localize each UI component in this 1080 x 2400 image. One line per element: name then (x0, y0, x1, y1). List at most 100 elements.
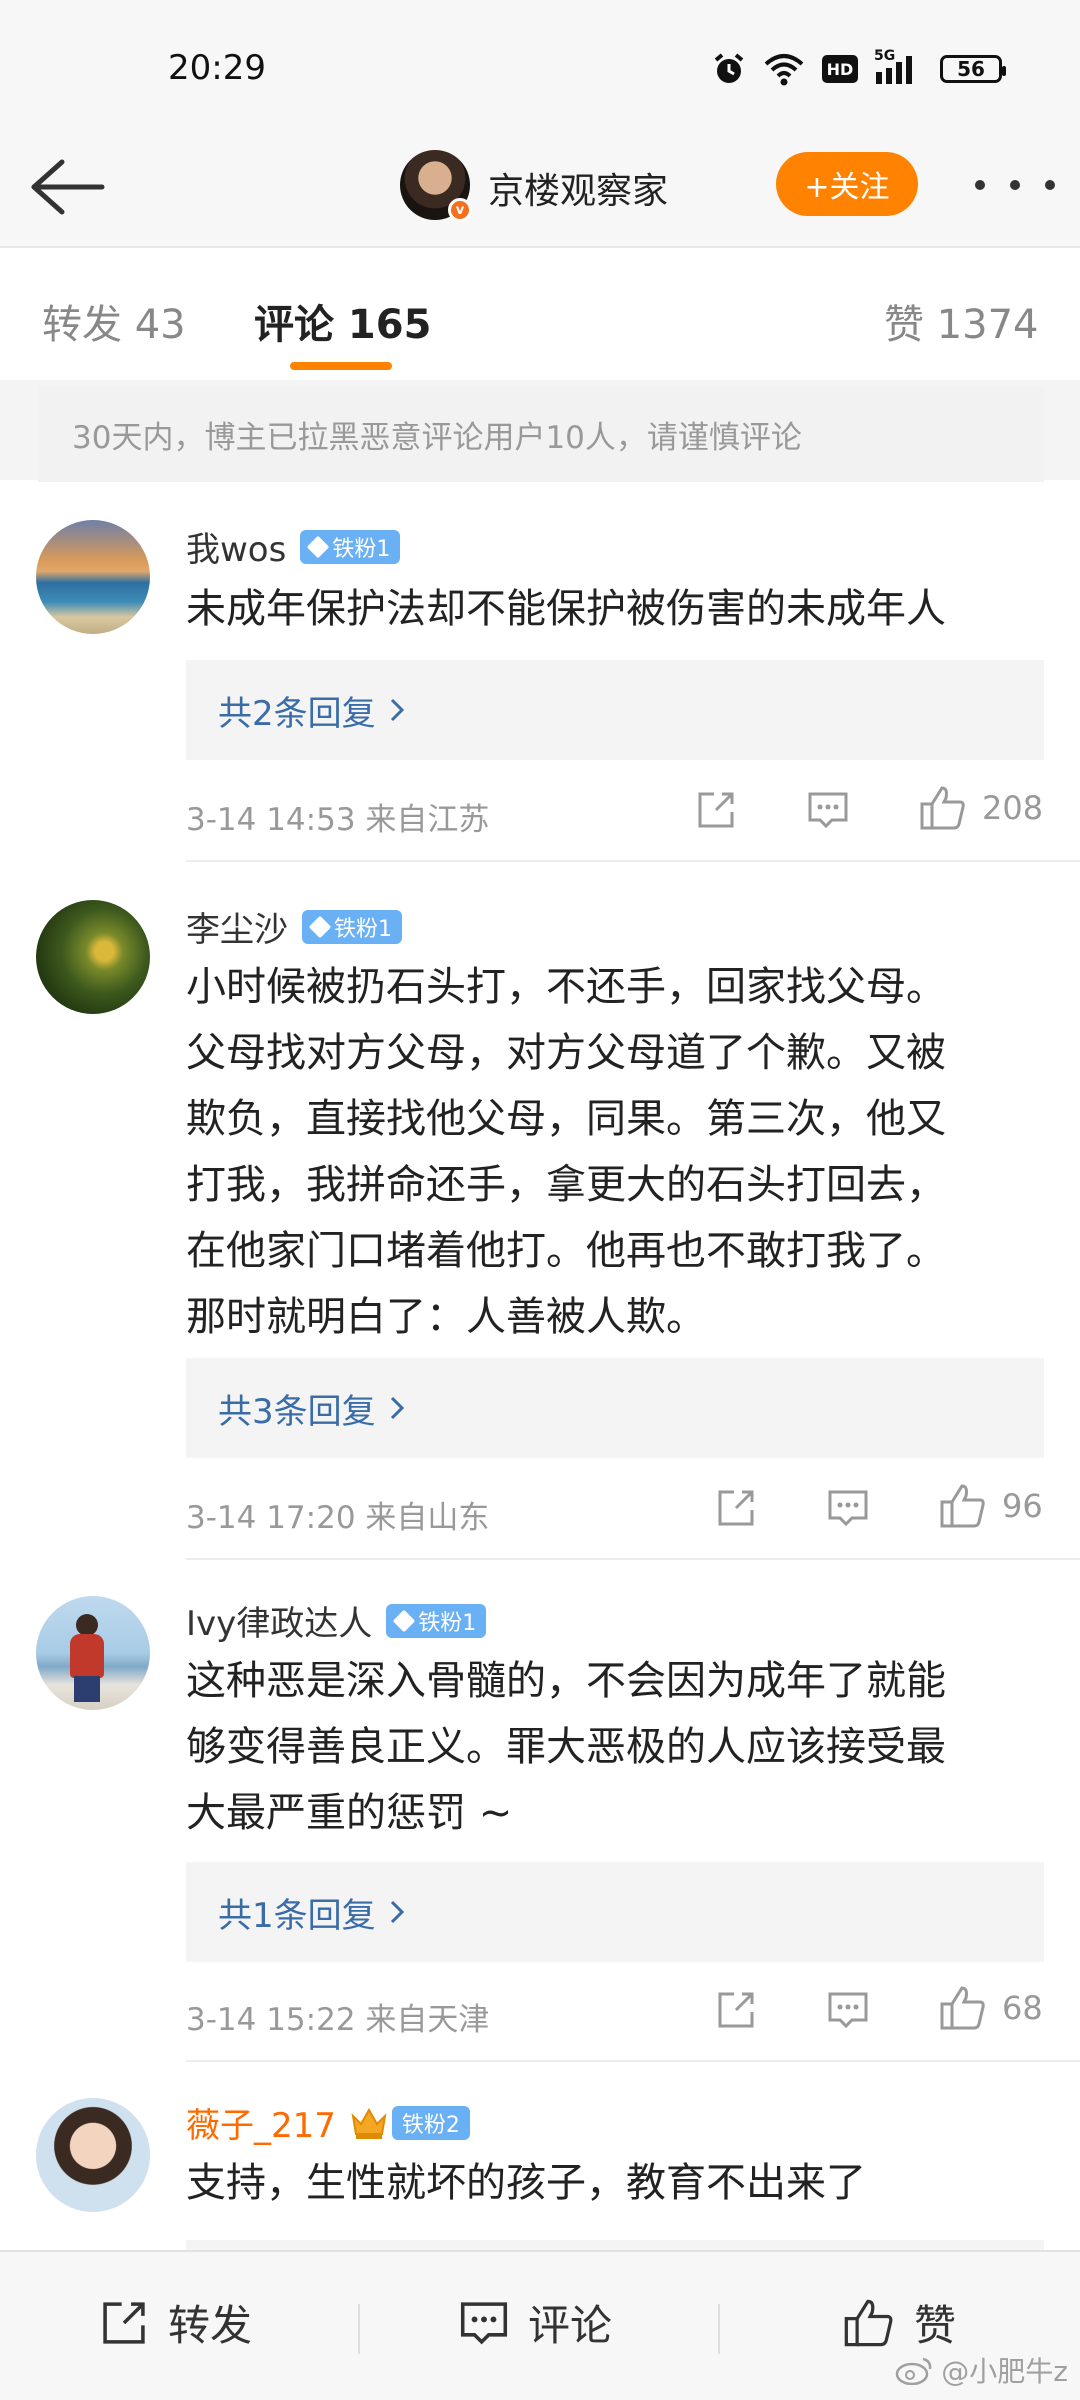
commenter-info: 薇子_217 铁粉2 (186, 2098, 470, 2147)
comment-line: 那时就明白了：人善被人欺。 (186, 1294, 706, 1340)
alarm-icon (714, 53, 744, 83)
battery-indicator: 56 (940, 55, 1006, 83)
view-replies-button[interactable]: 共3条回复 (186, 1358, 1044, 1458)
comment-icon (808, 792, 848, 829)
comment-line: 在他家门口堵着他打。他再也不敢打我了。 (186, 1228, 946, 1274)
commenter-avatar[interactable] (36, 900, 150, 1014)
commenter-name[interactable]: 薇子_217 (186, 2098, 336, 2147)
like-comment-button[interactable]: 96 (938, 1482, 1043, 1530)
commenter-avatar[interactable] (36, 520, 150, 634)
commenter-info: 我wos 铁粉1 (186, 522, 401, 571)
fan-badge: 铁粉1 (302, 909, 402, 944)
view-replies-button[interactable] (186, 2240, 1044, 2250)
comment-line: 打我，我拼命还手，拿更大的石头打回去， (186, 1162, 946, 1208)
tab-repost[interactable]: 转发 43 (42, 292, 186, 350)
follow-button[interactable]: +关注 (776, 152, 918, 216)
more-dot-icon (975, 180, 985, 190)
chevron-right-icon (390, 1900, 404, 1924)
more-dot-icon (1045, 180, 1055, 190)
thumbs-up-icon (844, 2299, 893, 2346)
share-comment-button[interactable] (714, 1988, 758, 2032)
like-button[interactable]: 赞 (842, 2292, 956, 2353)
thumbs-up-icon (940, 1986, 985, 2030)
fan-badge-label: 铁粉1 (334, 916, 392, 942)
fan-badge: 铁粉1 (386, 1603, 487, 1638)
commenter-avatar[interactable] (36, 2098, 150, 2212)
view-replies-button[interactable]: 共1条回复 (186, 1862, 1044, 1962)
like-count: 68 (1002, 1989, 1043, 2027)
commenter-info: 李尘沙 铁粉1 (186, 902, 402, 951)
back-button[interactable] (28, 152, 108, 222)
comment-icon (828, 1490, 868, 1527)
cellular-signal-icon: 5G (874, 48, 924, 86)
thumbs-up-icon (920, 786, 965, 830)
tab-likes[interactable]: 赞 1374 (884, 292, 1039, 350)
like-label: 赞 (914, 2301, 957, 2350)
author-name[interactable]: 京楼观察家 (488, 162, 668, 214)
comment-item: Ivy律政达人 铁粉1 这种恶是深入骨髓的，不会因为成年了就能 够变得善良正义。… (0, 1560, 1080, 2062)
reply-comment-button[interactable] (826, 1988, 870, 2032)
comment-line: 支持，生性就坏的孩子，教育不出来了 (186, 2160, 866, 2206)
diamond-icon (392, 1609, 416, 1632)
comment-line: 小时候被扔石头打，不还手，回家找父母。 (186, 964, 946, 1010)
comment-meta: 3-14 17:20 来自山东 (186, 1500, 490, 1536)
reply-count: 共2条回复 (218, 693, 376, 734)
watermark: @小肥牛z (895, 2350, 1068, 2390)
commenter-avatar[interactable] (36, 1596, 150, 1710)
commenter-info: Ivy律政达人 铁粉1 (186, 1596, 487, 1645)
notice-banner: 30天内，博主已拉黑恶意评论用户10人，请谨慎评论 (38, 386, 1044, 482)
like-comment-button[interactable]: 68 (938, 1984, 1043, 2032)
commenter-name[interactable]: 李尘沙 (186, 902, 288, 951)
comment-item: 李尘沙 铁粉1 小时候被扔石头打，不还手，回家找父母。 父母找对方父母，对方父母… (0, 862, 1080, 1560)
comment-line: 父母找对方父母，对方父母道了个歉。又被 (186, 1030, 946, 1076)
repost-label: 转发 (168, 2301, 253, 2350)
tab-bar: 转发 43 评论 165 赞 1374 (0, 250, 1080, 380)
separator (718, 2304, 720, 2354)
share-comment-button[interactable] (714, 1486, 758, 1530)
like-count: 208 (982, 789, 1044, 827)
reply-comment-button[interactable] (826, 1486, 870, 1530)
comment-icon (828, 1992, 868, 2029)
commenter-name[interactable]: 我wos (186, 522, 286, 571)
separator (358, 2304, 360, 2354)
comment-line: 够变得善良正义。罪大恶极的人应该接受最 (186, 1724, 946, 1770)
thumbs-up-icon (940, 1484, 985, 1528)
comment-item: 我wos 铁粉1 未成年保护法却不能保护被伤害的未成年人 共2条回复 3-14 … (0, 500, 1080, 862)
comment-meta: 3-14 15:22 来自天津 (186, 2002, 490, 2038)
fan-badge: 铁粉1 (300, 529, 401, 564)
tab-comments[interactable]: 评论 165 (254, 292, 431, 350)
comment-item: 薇子_217 铁粉2 支持，生性就坏的孩子，教育不出来了 (0, 2062, 1080, 2250)
comment-meta: 3-14 14:53 来自江苏 (186, 802, 490, 838)
share-icon (103, 2301, 145, 2344)
reply-count: 共3条回复 (218, 1391, 376, 1432)
hd-icon: HD (822, 55, 858, 83)
comment-text: 支持，生性就坏的孩子，教育不出来了 (186, 2150, 1046, 2216)
like-comment-button[interactable]: 208 (918, 784, 1043, 832)
diamond-icon (307, 535, 330, 558)
chevron-right-icon (390, 1396, 404, 1420)
comment-label: 评论 (528, 2301, 613, 2350)
comment-line: 欺负，直接找他父母，同果。第三次，他又 (186, 1096, 946, 1142)
repost-button[interactable]: 转发 (98, 2292, 252, 2353)
view-replies-button[interactable]: 共2条回复 (186, 660, 1044, 760)
comment-button[interactable]: 评论 (458, 2292, 612, 2353)
watermark-text: @小肥牛z (941, 2355, 1068, 2388)
back-arrow-icon (31, 159, 105, 215)
fan-badge-label: 铁粉1 (332, 536, 391, 562)
active-tab-indicator (290, 362, 392, 370)
commenter-name[interactable]: Ivy律政达人 (186, 1596, 372, 1645)
fan-badge-label: 铁粉1 (418, 1610, 477, 1636)
status-icons: HD 5G 56 (712, 48, 1006, 86)
share-comment-button[interactable] (694, 788, 738, 832)
comment-text: 这种恶是深入骨髓的，不会因为成年了就能 够变得善良正义。罪大恶极的人应该接受最 … (186, 1648, 1046, 1846)
fan-badge: 铁粉2 (391, 2105, 470, 2140)
top-nav-bar: v 京楼观察家 +关注 (0, 130, 1080, 248)
comment-text: 小时候被扔石头打，不还手，回家找父母。 父母找对方父母，对方父母道了个歉。又被 … (186, 954, 1046, 1350)
reply-comment-button[interactable] (806, 788, 850, 832)
more-dot-icon (1010, 180, 1020, 190)
more-options-button[interactable] (975, 160, 1055, 210)
status-time: 20:29 (168, 48, 266, 88)
comment-line: 这种恶是深入骨髓的，不会因为成年了就能 (186, 1658, 946, 1704)
comment-line: 未成年保护法却不能保护被伤害的未成年人 (186, 586, 946, 632)
comment-line: 大最严重的惩罚 ~ (186, 1790, 513, 1836)
